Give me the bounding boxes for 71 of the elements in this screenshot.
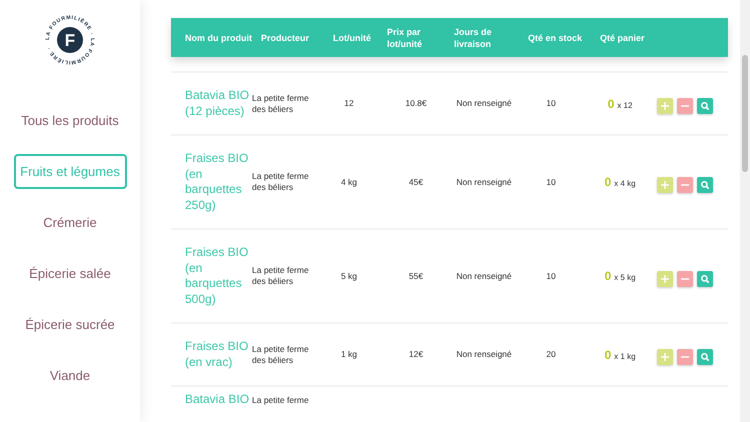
search-button[interactable] [697,349,713,365]
add-button[interactable] [657,176,673,192]
column-header: Prix par lot/unité [386,26,423,50]
price: 55€ [408,270,424,282]
producer-name: La petite ferme des béliers [252,344,310,366]
column-header: Nom du produit [185,32,252,44]
search-icon [701,102,709,110]
producer-name: La petite ferme des béliers [252,92,310,114]
cart-quantity: 0 [608,96,614,112]
lot-size: 4 kg [340,176,358,188]
delivery-days: Non renseigné [456,176,512,188]
plus-icon [661,353,669,361]
remove-button[interactable] [677,270,693,286]
stock-quantity: 10 [546,176,556,188]
plus-icon [661,180,669,188]
lot-size: 1 kg [340,348,358,361]
lot-size: 12 [344,97,354,110]
column-header: Qté en stock [527,32,584,44]
stock-quantity: 20 [546,348,556,361]
cart-unit: x 1 kg [614,350,636,362]
plus-icon [661,274,669,282]
product-name-link[interactable]: Fraises BIO (en vrac) [185,339,252,370]
cart-quantity: 0 [604,174,612,191]
column-header: Lot/unité [332,32,372,44]
plus-icon [661,102,669,110]
add-button[interactable] [657,349,673,365]
producer-name: La petite ferme des béliers [252,171,310,193]
price: 45€ [408,176,424,188]
search-button[interactable] [697,270,713,286]
cart-unit: x 5 kg [614,272,636,284]
remove-button[interactable] [677,349,693,365]
stock-quantity: 10 [546,97,556,110]
minus-icon [681,105,689,107]
producer-name: La petite ferme des béliers [252,265,310,287]
category-link[interactable]: Crémerie [14,205,126,240]
category-link[interactable]: Viande [14,358,126,393]
column-header: Qté panier [599,32,646,44]
category-link[interactable]: Épicerie salée [14,256,126,291]
minus-icon [681,184,689,186]
search-icon [701,353,709,361]
product-name-link[interactable]: Batavia BIO (12 pièces) [185,88,252,119]
minus-icon [681,356,689,358]
column-header: Producteur [260,32,310,44]
cart-unit: x 4 kg [614,178,636,190]
stock-quantity: 10 [546,270,556,282]
remove-button[interactable] [677,176,693,192]
search-button[interactable] [697,98,713,114]
delivery-days: Non renseigné [456,348,512,361]
producer-name: La petite ferme [252,394,310,406]
add-button[interactable] [657,270,673,286]
lot-size: 5 kg [340,270,358,282]
add-button[interactable] [657,98,673,114]
minus-icon [681,278,689,280]
cart-quantity: 0 [604,268,612,285]
cart-quantity: 0 [604,346,612,364]
remove-button[interactable] [677,98,693,114]
product-name-link[interactable]: Batavia BIO [185,392,252,407]
category-link[interactable]: Tous les produits [14,103,126,138]
search-button[interactable] [697,176,713,192]
delivery-days: Non renseigné [456,97,512,110]
search-icon [701,274,709,282]
product-name-link[interactable]: Fraises BIO (en barquettes 500g) [185,245,252,307]
price: 12€ [408,348,424,361]
category-link[interactable]: Épicerie sucrée [14,307,126,342]
product-name-link[interactable]: Fraises BIO (en barquettes 250g) [185,151,252,213]
price: 10.8€ [405,97,427,110]
category-link[interactable]: Fruits et légumes [14,154,126,189]
search-icon [701,180,709,188]
cart-unit: x 12 [617,100,632,112]
delivery-days: Non renseigné [456,270,512,282]
column-header: Jours de livraison [454,26,493,50]
